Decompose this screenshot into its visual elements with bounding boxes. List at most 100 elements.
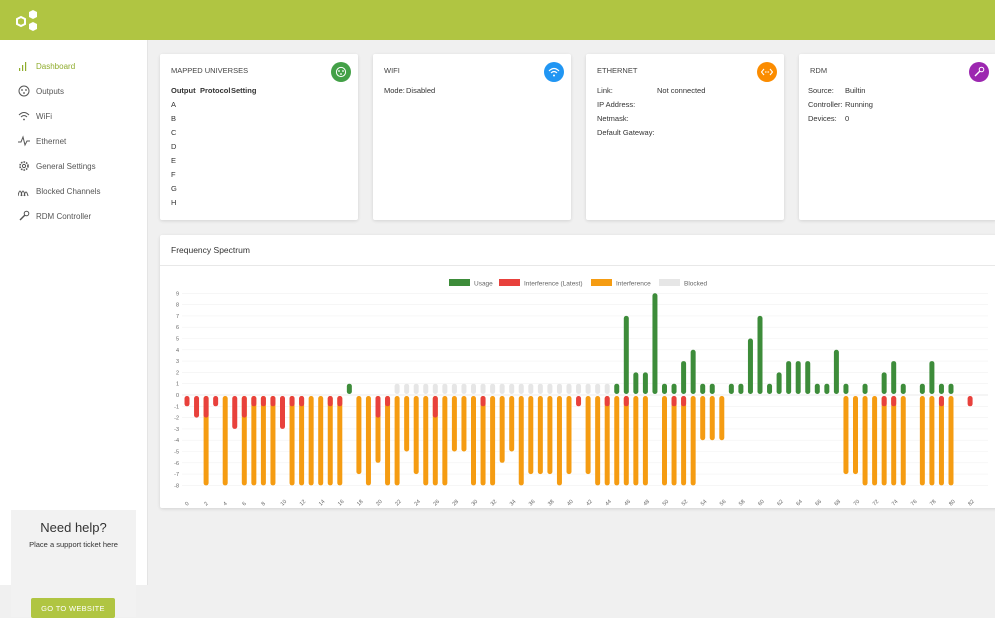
bar-interference (633, 396, 639, 486)
x-tick-label: 12 (299, 499, 308, 508)
bar-usage (938, 383, 944, 394)
bar-usage (671, 383, 677, 394)
bar-interference-latest (671, 396, 677, 407)
legend-label: Interference (Latest) (524, 281, 583, 288)
bar-chart-icon (19, 62, 27, 71)
bar-usage (662, 383, 667, 394)
bar-usage (891, 361, 897, 394)
wifi-icon (544, 62, 564, 82)
bar-interference (413, 396, 419, 475)
bar-blocked (432, 383, 438, 394)
bar-usage (833, 349, 839, 394)
bar-interference (318, 396, 324, 486)
output-row: B (171, 114, 177, 123)
y-tick-label: 8 (176, 303, 179, 309)
y-tick-label: -2 (174, 416, 179, 422)
bar-usage (900, 383, 906, 394)
x-tick-label: 68 (834, 499, 843, 508)
bar-interference (881, 396, 887, 486)
x-tick-label: 8 (261, 501, 267, 507)
bar-usage (795, 361, 801, 394)
sidebar-item-rdm-controller[interactable]: RDM Controller (18, 206, 91, 226)
y-tick-label: 4 (176, 348, 179, 354)
output-row: G (171, 184, 177, 193)
y-tick-label: -8 (174, 483, 179, 489)
sidebar-item-label: WiFi (36, 111, 52, 121)
x-tick-label: 44 (604, 499, 613, 508)
rdm-devices-value: 0 (845, 114, 850, 123)
bar-interference (451, 396, 457, 452)
bar-interference-latest (251, 396, 257, 407)
bar-interference (938, 396, 944, 486)
sidebar-item-general-settings[interactable]: General Settings (18, 156, 96, 176)
bar-interference-latest (203, 396, 209, 418)
bar-interference (719, 396, 725, 441)
bar-usage (690, 349, 696, 394)
bar-usage (709, 383, 715, 394)
x-tick-label: 36 (528, 499, 537, 508)
bar-interference (862, 396, 868, 486)
bar-blocked (442, 383, 448, 394)
rdm-controller-value: Running (845, 100, 873, 109)
bar-interference-latest (881, 396, 887, 407)
bar-usage (948, 383, 954, 394)
bar-usage (929, 361, 935, 394)
bar-blocked (604, 383, 610, 394)
bar-usage (623, 315, 629, 394)
column-header-protocol: Protocol (200, 86, 231, 95)
sidebar-item-outputs[interactable]: Outputs (18, 81, 64, 101)
x-tick-label: 60 (757, 499, 766, 508)
bar-interference (222, 396, 228, 486)
bar-usage (919, 383, 925, 394)
bar-interference (404, 396, 410, 452)
bar-interference (662, 396, 667, 486)
bar-usage (728, 383, 734, 394)
bar-interference (509, 396, 515, 452)
sidebar-item-label: Outputs (36, 86, 65, 96)
bar-interference (480, 396, 486, 486)
go-to-website-button[interactable]: GO TO WEBSITE (31, 598, 115, 618)
x-tick-label: 80 (948, 499, 957, 508)
pulse-icon (18, 135, 30, 147)
x-tick-label: 70 (853, 499, 862, 508)
x-tick-label: 82 (967, 499, 976, 508)
bar-interference-latest (576, 396, 582, 407)
bar-usage (814, 383, 820, 394)
rdm-card: RDM Source: Builtin Controller: Running … (799, 54, 995, 220)
x-tick-label: 66 (814, 499, 823, 508)
bar-interference (337, 396, 343, 486)
bar-interference (461, 396, 467, 452)
bar-interference-latest (604, 396, 610, 407)
bar-interference (547, 396, 553, 475)
gear-icon (19, 161, 29, 171)
y-tick-label: -4 (174, 438, 179, 444)
bar-interference-latest (280, 396, 285, 429)
sidebar-item-wifi[interactable]: WiFi (18, 106, 52, 126)
bar-interference (385, 396, 391, 486)
column-header-setting: Setting (231, 86, 257, 95)
bar-blocked (576, 383, 582, 394)
wifi-icon (18, 112, 30, 121)
x-tick-label: 56 (719, 499, 728, 508)
x-tick-label: 54 (700, 499, 709, 508)
x-tick-label: 18 (356, 499, 365, 508)
bar-usage (824, 383, 830, 394)
bar-interference (595, 396, 601, 486)
sidebar-item-label: RDM Controller (36, 211, 92, 221)
bar-blocked (595, 383, 601, 394)
y-tick-label: 0 (176, 393, 179, 399)
bar-interference (843, 396, 849, 475)
bar-interference (853, 396, 858, 475)
bar-interference (518, 396, 524, 486)
hexagon-logo-icon[interactable] (12, 6, 44, 34)
sidebar-item-blocked-channels[interactable]: Blocked Channels (18, 181, 100, 201)
wifi-mode-label: Mode: (384, 86, 405, 95)
card-title: RDM (810, 66, 828, 75)
wifi-card: WIFI Mode: Disabled (373, 54, 571, 220)
sidebar-item-dashboard[interactable]: Dashboard (18, 56, 75, 76)
bar-interference (270, 396, 276, 486)
bar-usage (805, 361, 811, 394)
bar-blocked (518, 383, 524, 394)
sidebar-item-ethernet[interactable]: Ethernet (18, 131, 66, 151)
x-tick-label: 48 (643, 499, 652, 508)
